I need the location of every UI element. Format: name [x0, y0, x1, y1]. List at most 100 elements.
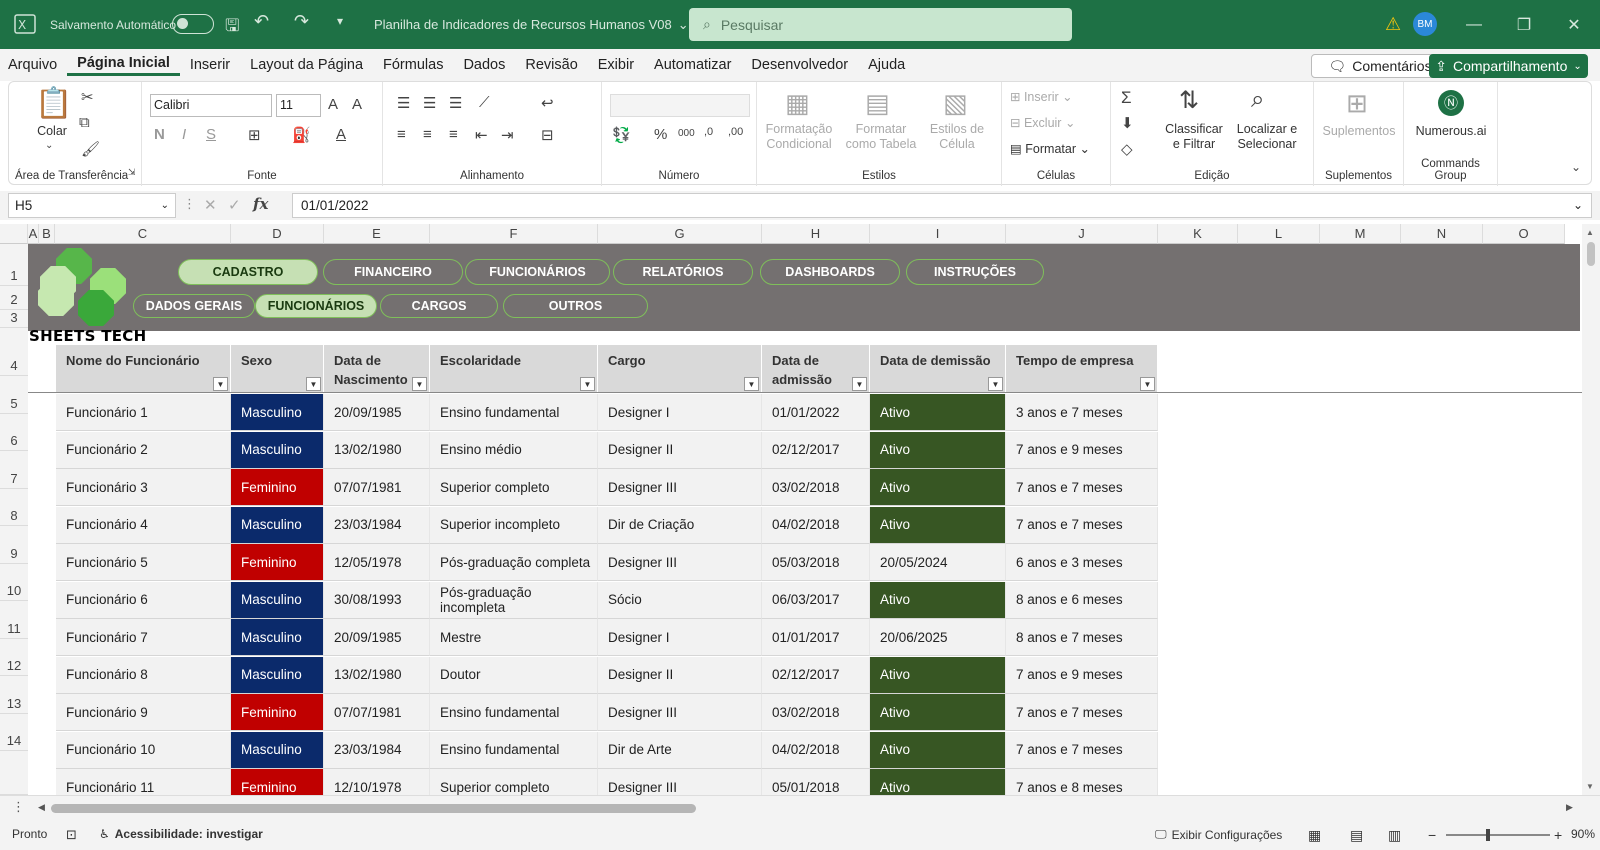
- table-cell[interactable]: Superior incompleto: [430, 506, 598, 544]
- scroll-left-icon[interactable]: ◀: [38, 802, 45, 813]
- insert-function-icon[interactable]: fx: [253, 195, 268, 213]
- row-header-7[interactable]: 7: [0, 451, 28, 489]
- customize-qat-icon[interactable]: ▾: [337, 14, 343, 28]
- table-cell[interactable]: 7 anos e 8 meses: [1006, 769, 1158, 795]
- share-button[interactable]: ⇪ Compartilhamento ⌄: [1429, 54, 1588, 78]
- menu-desenvolvedor[interactable]: Desenvolvedor: [741, 57, 858, 73]
- wrap-text-icon[interactable]: ↩: [541, 94, 554, 112]
- table-cell[interactable]: 07/07/1981: [324, 469, 430, 506]
- table-cell[interactable]: Masculino: [231, 581, 324, 619]
- close-icon[interactable]: ✕: [1551, 0, 1597, 49]
- table-cell[interactable]: Ensino fundamental: [430, 694, 598, 731]
- restore-icon[interactable]: ❐: [1501, 0, 1547, 49]
- increase-font-icon[interactable]: A: [328, 96, 338, 113]
- row-header-14[interactable]: 14: [0, 714, 28, 751]
- column-header-k[interactable]: K: [1158, 224, 1238, 244]
- table-cell[interactable]: Doutor: [430, 656, 598, 694]
- table-cell[interactable]: Designer III: [598, 694, 762, 731]
- table-cell[interactable]: Ativo: [870, 394, 1006, 431]
- table-cell[interactable]: Ensino fundamental: [430, 731, 598, 769]
- table-cell[interactable]: 7 anos e 7 meses: [1006, 469, 1158, 506]
- font-size-select[interactable]: 11: [276, 94, 321, 117]
- format-cells-button[interactable]: ▤ Formatar ⌄: [1010, 142, 1105, 157]
- table-cell[interactable]: Ativo: [870, 506, 1006, 544]
- table-cell[interactable]: 7 anos e 7 meses: [1006, 694, 1158, 731]
- nav-dashboards[interactable]: DASHBOARDS: [760, 259, 900, 285]
- select-all-corner[interactable]: [0, 224, 28, 244]
- table-cell[interactable]: Funcionário 9: [56, 694, 231, 731]
- font-name-select[interactable]: Calibri: [150, 94, 272, 117]
- table-cell[interactable]: 04/02/2018: [762, 731, 870, 769]
- column-header-m[interactable]: M: [1320, 224, 1401, 244]
- menu-revisao[interactable]: Revisão: [515, 57, 587, 73]
- format-table-icon[interactable]: ▤: [865, 88, 890, 119]
- undo-icon[interactable]: ↶: [254, 11, 269, 32]
- table-cell[interactable]: 03/02/2018: [762, 694, 870, 731]
- filter-dropdown-icon[interactable]: ▼: [852, 377, 867, 391]
- table-cell[interactable]: Funcionário 11: [56, 769, 231, 795]
- table-cell[interactable]: 7 anos e 9 meses: [1006, 431, 1158, 469]
- scroll-right-icon[interactable]: ▶: [1566, 802, 1573, 813]
- table-cell[interactable]: 13/02/1980: [324, 656, 430, 694]
- fill-icon[interactable]: ⬇: [1121, 114, 1134, 132]
- row-header-6[interactable]: 6: [0, 414, 28, 451]
- scroll-down-icon[interactable]: ▼: [1586, 782, 1594, 791]
- conditional-format-button[interactable]: Formatação Condicional: [761, 122, 837, 152]
- table-cell[interactable]: 05/01/2018: [762, 769, 870, 795]
- menu-exibir[interactable]: Exibir: [588, 57, 644, 73]
- column-header-i[interactable]: I: [870, 224, 1006, 244]
- table-cell[interactable]: Funcionário 5: [56, 544, 231, 581]
- menu-dados[interactable]: Dados: [453, 57, 515, 73]
- table-cell[interactable]: 12/10/1978: [324, 769, 430, 795]
- accessibility-status[interactable]: ♿ Acessibilidade: investigar: [99, 827, 263, 841]
- row-header-3[interactable]: 3: [0, 310, 28, 328]
- horizontal-scroll-thumb[interactable]: [51, 804, 696, 813]
- table-cell[interactable]: Masculino: [231, 656, 324, 694]
- table-cell[interactable]: Ativo: [870, 581, 1006, 619]
- column-header-f[interactable]: F: [430, 224, 598, 244]
- row-header-4[interactable]: 4: [0, 328, 28, 376]
- zoom-level[interactable]: 90%: [1571, 827, 1595, 841]
- orientation-icon[interactable]: ⟋: [479, 94, 490, 111]
- row-header-8[interactable]: 8: [0, 489, 28, 526]
- zoom-slider[interactable]: [1446, 829, 1550, 841]
- table-cell[interactable]: 6 anos e 3 meses: [1006, 544, 1158, 581]
- align-middle-icon[interactable]: ☰: [423, 94, 436, 112]
- merge-center-icon[interactable]: ⊟: [541, 126, 554, 144]
- table-cell[interactable]: Masculino: [231, 506, 324, 544]
- row-header-11[interactable]: 11: [0, 601, 28, 639]
- filter-dropdown-icon[interactable]: ▼: [580, 377, 595, 391]
- find-select-icon[interactable]: ⌕: [1251, 86, 1264, 114]
- nav-relatorios[interactable]: RELATÓRIOS: [613, 259, 753, 285]
- addins-button[interactable]: Suplementos: [1316, 124, 1402, 139]
- vertical-scroll-thumb[interactable]: [1587, 242, 1595, 266]
- table-cell[interactable]: Dir de Criação: [598, 506, 762, 544]
- table-cell[interactable]: Designer III: [598, 469, 762, 506]
- table-cell[interactable]: 7 anos e 7 meses: [1006, 731, 1158, 769]
- menu-layout-pagina[interactable]: Layout da Página: [240, 57, 373, 73]
- table-cell[interactable]: Pós-graduação completa: [430, 544, 598, 581]
- paste-button[interactable]: Colar: [27, 124, 77, 139]
- column-header-h[interactable]: H: [762, 224, 870, 244]
- align-right-icon[interactable]: ≡: [449, 126, 458, 143]
- nav-instrucoes[interactable]: INSTRUÇÕES: [906, 259, 1044, 285]
- table-cell[interactable]: Funcionário 7: [56, 619, 231, 656]
- filter-dropdown-icon[interactable]: ▼: [412, 377, 427, 391]
- table-cell[interactable]: Superior completo: [430, 769, 598, 795]
- column-header-n[interactable]: N: [1401, 224, 1483, 244]
- borders-icon[interactable]: ⊞: [248, 126, 261, 144]
- zoom-slider-thumb[interactable]: [1486, 829, 1490, 841]
- table-cell[interactable]: Feminino: [231, 544, 324, 581]
- filter-dropdown-icon[interactable]: ▼: [213, 377, 228, 391]
- sort-filter-button[interactable]: Classificar e Filtrar: [1161, 122, 1227, 152]
- autosave-toggle[interactable]: [172, 14, 214, 34]
- column-header-o[interactable]: O: [1483, 224, 1565, 244]
- table-cell[interactable]: Ativo: [870, 656, 1006, 694]
- table-cell[interactable]: 3 anos e 7 meses: [1006, 394, 1158, 431]
- table-cell[interactable]: 01/01/2022: [762, 394, 870, 431]
- normal-view-icon[interactable]: ▦: [1308, 827, 1321, 844]
- vertical-scrollbar[interactable]: ▲ ▼: [1582, 224, 1600, 795]
- table-cell[interactable]: Ensino médio: [430, 431, 598, 469]
- confirm-entry-icon[interactable]: ✓: [228, 196, 241, 214]
- name-box[interactable]: H5 ⌄: [8, 193, 176, 218]
